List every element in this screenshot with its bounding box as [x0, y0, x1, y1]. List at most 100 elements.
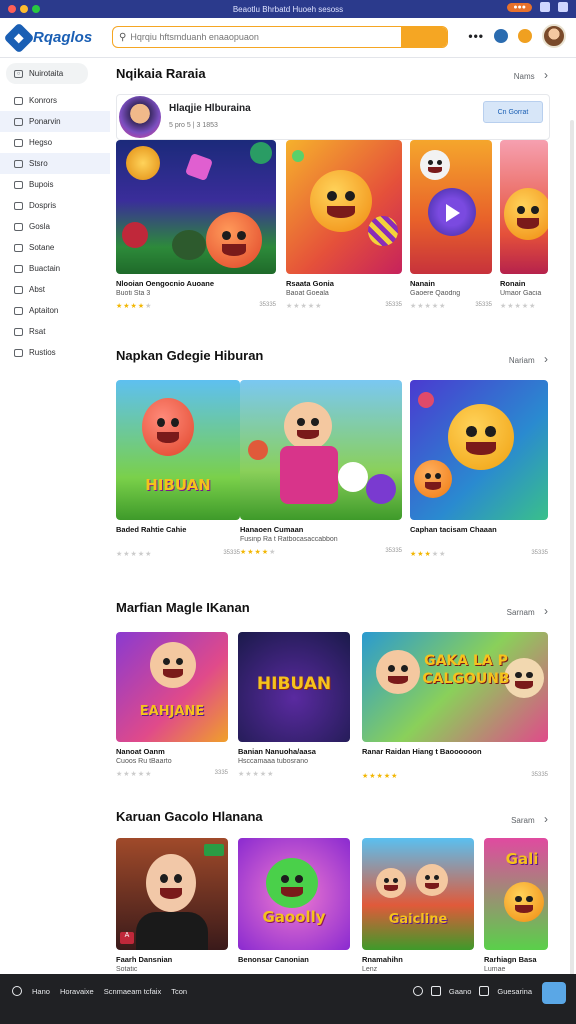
sidebar-item-5[interactable]: Bupois — [0, 174, 110, 195]
link-icon — [14, 348, 23, 357]
section-title-developer: Nqikaia Raraia — [116, 66, 206, 81]
app-title: Ranar Raidan Hiang t Baoooooon — [362, 747, 482, 756]
see-all-link[interactable]: Nariam — [509, 352, 548, 366]
app-card[interactable]: HIBUAN Banian Nanuoha/aasa Hsccamaaa tub… — [238, 632, 350, 778]
app-meta: 35335 — [385, 302, 402, 308]
app-thumbnail — [240, 380, 402, 520]
coin-icon — [126, 146, 160, 180]
app-thumbnail — [286, 140, 402, 274]
app-card[interactable]: Caphan tacisam Chaaan ★★★★★ 35335 — [410, 380, 548, 558]
sidebar-item-11[interactable]: Aptaiton — [0, 300, 110, 321]
window-icon[interactable] — [558, 2, 568, 12]
developer-name: Hlaqjie Hlburaina — [169, 103, 251, 114]
app-subtitle: Baoat Goeala — [286, 290, 329, 297]
footer-actions: Gaano Guesarina — [412, 986, 532, 996]
window-titlebar: Beaotlu Bhrbatd Huoeh sesoss ●●● — [0, 0, 576, 18]
app-meta: 3335 — [214, 770, 228, 776]
copy-icon[interactable] — [540, 2, 550, 12]
sidebar-item-13[interactable]: Rustios — [0, 342, 110, 363]
app-card[interactable]: Hanaoen Cumaan Fusinp Ra t Ratbocasaccab… — [240, 380, 402, 556]
settings-icon — [14, 222, 23, 231]
app-card[interactable]: Gaicline Rnamahihn Lenz — [362, 838, 474, 973]
window-title: Beaotlu Bhrbatd Huoeh sesoss — [232, 4, 344, 14]
search-button[interactable] — [401, 27, 447, 47]
app-title: Nlooian Oengocnio Auoane — [116, 279, 215, 288]
reward-icon[interactable] — [518, 29, 532, 43]
user-avatar[interactable] — [542, 24, 566, 48]
badge-icon: A — [120, 932, 134, 944]
footer-link[interactable]: Gaano — [449, 987, 472, 996]
footer-links: Hano Horavaixe Scnmaeam tcfaix Tcon — [12, 986, 187, 996]
art-text: Gaoolly — [262, 908, 326, 926]
footer-link[interactable]: Guesarina — [497, 987, 532, 996]
sidebar-item-label: Hegso — [29, 138, 53, 147]
app-card[interactable]: Gaoolly Benonsar Canonian — [238, 838, 350, 966]
candy-icon — [248, 440, 268, 460]
footer-link[interactable]: Tcon — [171, 987, 187, 996]
list-icon — [14, 159, 23, 168]
character-icon — [206, 212, 262, 268]
person-icon — [146, 854, 196, 912]
character-icon — [266, 858, 318, 908]
rating-stars: ★★★★★ — [410, 303, 447, 310]
logo[interactable]: ◆ Rqaglos — [3, 21, 93, 54]
app-thumbnail — [116, 140, 276, 274]
app-card[interactable]: Ronain Umaor Gacia ★★★★★ — [500, 140, 548, 310]
app-header: ◆ Rqaglos ⚲ ••• — [0, 18, 576, 58]
app-card[interactable]: Gali Rarhiagn Basa Lumae — [484, 838, 548, 973]
see-all-link[interactable]: Sarnam — [507, 604, 548, 618]
section-title: Napkan Gdegie Hiburan — [116, 348, 264, 363]
app-thumbnail: Gaoolly — [238, 838, 350, 950]
character-icon — [376, 868, 406, 898]
app-thumbnail: GAKA LA P CALGOUNB — [362, 632, 548, 742]
candy-icon — [368, 216, 398, 246]
logo-text: Rqaglos — [33, 29, 93, 46]
app-title: Nanoat Oanm — [116, 747, 165, 756]
scrollbar[interactable] — [570, 120, 574, 980]
app-card[interactable]: EAHJANE Nanoat Oanm Cuoos Ru tBaarto ★★★… — [116, 632, 228, 778]
app-subtitle: Umaor Gacia — [500, 290, 542, 297]
app-card[interactable]: A Faarh Dansnian Sotatic — [116, 838, 228, 973]
rating-stars: ★★★★★ — [238, 771, 275, 778]
follow-button[interactable]: Cn Gorrat — [483, 101, 543, 123]
art-text: EAHJANE — [139, 704, 205, 719]
character-icon — [150, 642, 196, 688]
sidebar-item-3[interactable]: Hegso — [0, 132, 110, 153]
more-menu-icon[interactable]: ••• — [468, 29, 484, 43]
app-title: Benonsar Canonian — [238, 955, 309, 964]
sidebar-item-label: Bupois — [29, 180, 54, 189]
sidebar-item-12[interactable]: Rsat — [0, 321, 110, 342]
app-title: Caphan tacisam Chaaan — [410, 525, 497, 534]
notification-icon[interactable] — [494, 29, 508, 43]
sidebar-item-1[interactable]: Konrors — [0, 90, 110, 111]
search-input[interactable] — [126, 32, 401, 42]
app-card[interactable]: Nanain Gaoere Qaodng ★★★★★ 35335 — [410, 140, 492, 310]
extension-pill-icon[interactable]: ●●● — [507, 2, 532, 12]
app-subtitle: Lumae — [484, 966, 506, 973]
sidebar-item-9[interactable]: Buactain — [0, 258, 110, 279]
app-meta: 35335 — [531, 550, 548, 556]
see-all-link[interactable]: Saram — [511, 812, 548, 826]
logo-mark-icon: ◆ — [3, 21, 35, 54]
sidebar-item-8[interactable]: Sotane — [0, 237, 110, 258]
share-button[interactable] — [542, 982, 566, 1004]
sidebar-item-2[interactable]: Ponarvin — [0, 111, 110, 132]
rating-stars: ★★★★★ — [410, 551, 447, 558]
app-card[interactable]: HIBUAN Baded Rahtie Cahie ★★★★★ 35335 — [116, 380, 240, 558]
see-all-link[interactable]: Nams — [514, 68, 548, 82]
sidebar-item-7[interactable]: Gosla — [0, 216, 110, 237]
app-thumbnail — [410, 380, 548, 520]
people-icon[interactable] — [412, 986, 423, 996]
sidebar-item-4[interactable]: Stsro — [0, 153, 110, 174]
app-card[interactable]: Rsaata Gonia Baoat Goeala ★★★★★ 35335 — [286, 140, 402, 310]
globe-icon — [12, 986, 22, 996]
footer-link[interactable]: Horavaixe — [60, 987, 94, 996]
developer-card[interactable]: Hlaqjie Hlburaina 5 pro 5 | 3 1853 Cn Go… — [116, 94, 550, 140]
app-card[interactable]: GAKA LA P CALGOUNB Ranar Raidan Hiang t … — [362, 632, 548, 780]
sidebar-item-6[interactable]: Dospris — [0, 195, 110, 216]
sidebar-item-0[interactable]: ○ Nuirotaita — [6, 63, 88, 84]
sidebar-item-10[interactable]: Abst — [0, 279, 110, 300]
footer-link[interactable]: Scnmaeam tcfaix — [104, 987, 162, 996]
app-card[interactable]: Nlooian Oengocnio Auoane Buoti Sta 3 ★★★… — [116, 140, 276, 310]
footer-link[interactable]: Hano — [32, 987, 50, 996]
